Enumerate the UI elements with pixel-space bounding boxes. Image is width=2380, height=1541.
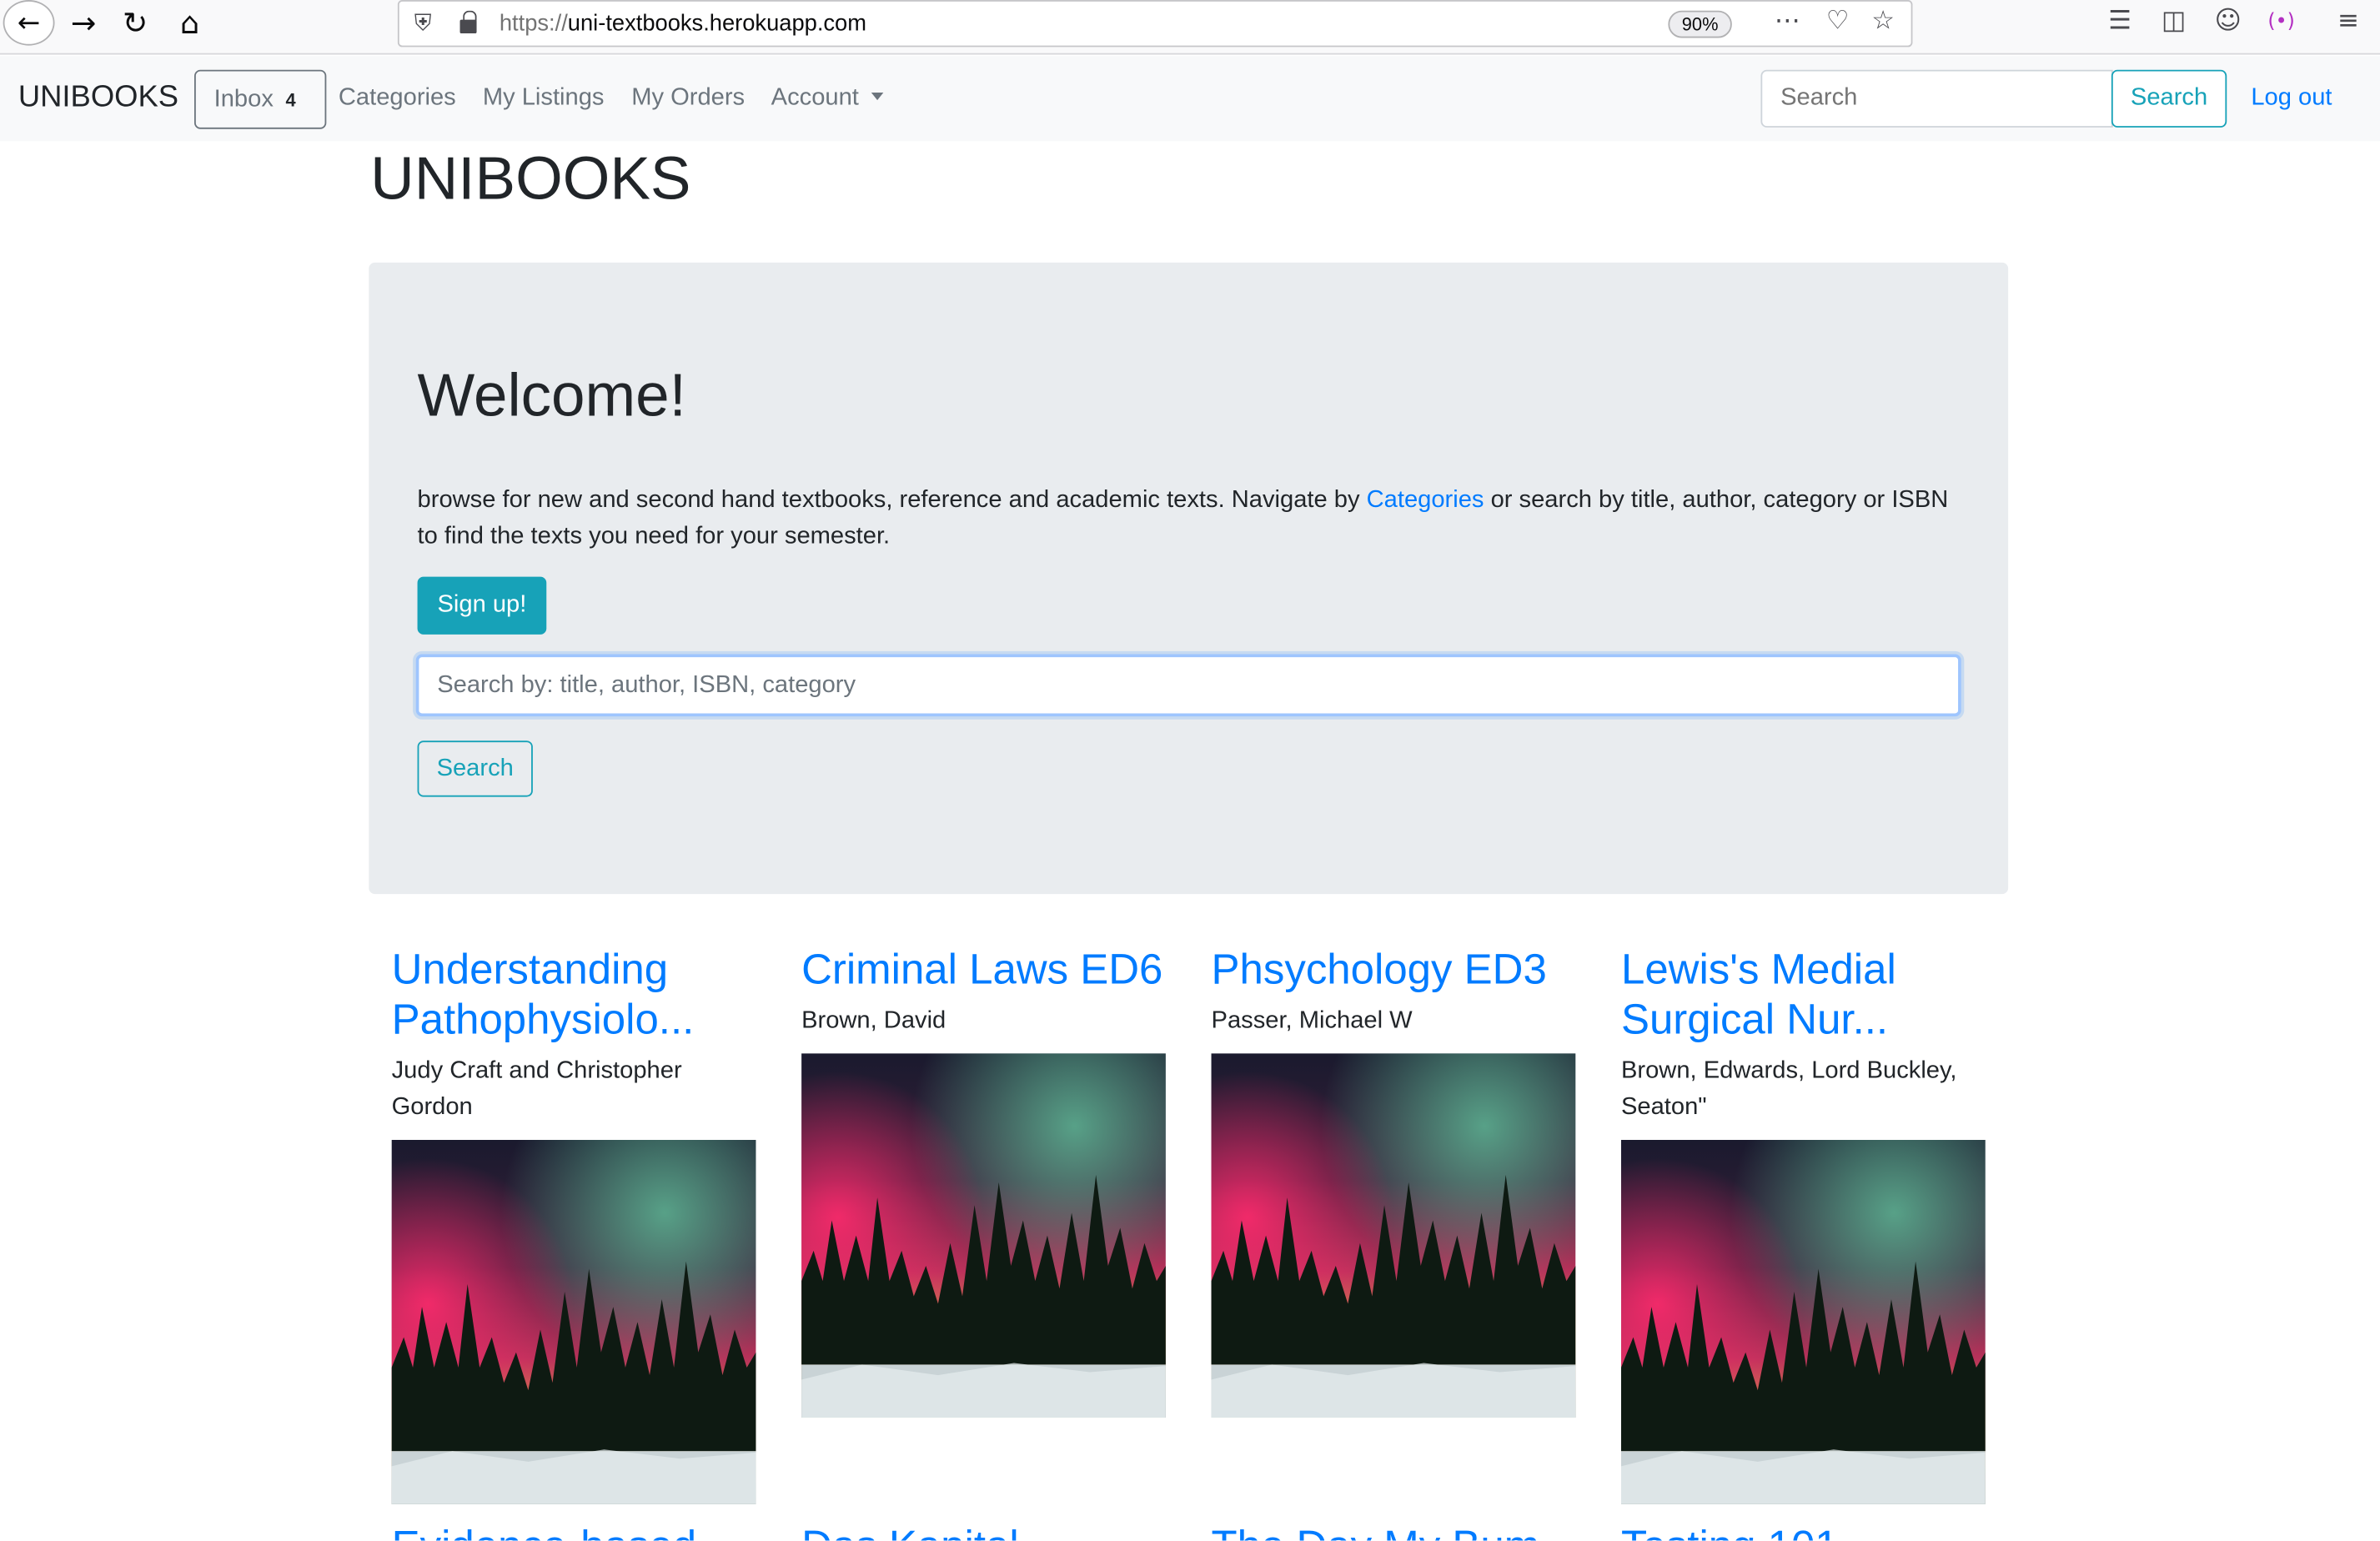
book-title-link[interactable]: Criminal Laws ED6 <box>801 944 1166 994</box>
navbar-brand[interactable]: UNIBOOKS <box>18 80 178 115</box>
book-cover-image[interactable] <box>391 1139 756 1504</box>
categories-link[interactable]: Categories <box>1367 487 1484 513</box>
back-arrow-icon[interactable]: ← <box>3 0 55 46</box>
more-actions-icon[interactable]: ⋯ <box>1775 6 1800 36</box>
sidebar-icon[interactable]: ◫ <box>2162 6 2186 36</box>
welcome-text-part: browse for new and second hand textbooks… <box>417 487 1367 514</box>
navbar-search-button[interactable]: Search <box>2111 69 2227 128</box>
extension-icon[interactable]: (•) <box>2267 11 2294 33</box>
address-bar[interactable]: ⛨ https://uni-textbooks.herokuapp.com 90… <box>397 0 1913 48</box>
book-card: Phsychology ED3 Passer, Michael W <box>1211 944 1576 1418</box>
hamburger-menu-icon[interactable]: ≡ <box>2337 6 2359 36</box>
welcome-text: browse for new and second hand textbooks… <box>418 483 1951 555</box>
browser-toolbar: ← → ↻ ⌂ ⛨ https://uni-textbooks.herokuap… <box>0 0 2380 55</box>
book-author: Judy Craft and Christopher Gordon <box>391 1057 682 1121</box>
book-card: Lewis's Medial Surgical Nur... Brown, Ed… <box>1620 944 1986 1504</box>
nav-account-dropdown[interactable]: Account <box>771 84 884 113</box>
forward-arrow-icon[interactable]: → <box>58 0 109 46</box>
book-title-link[interactable]: Das Kapital <box>801 1521 1019 1541</box>
pocket-icon[interactable]: ♡ <box>1826 6 1850 36</box>
star-bookmark-icon[interactable]: ☆ <box>1871 6 1895 36</box>
book-card: Criminal Laws ED6 Brown, David <box>801 944 1166 1418</box>
book-card: Understanding Pathophysiolo... Judy Craf… <box>391 944 756 1504</box>
welcome-jumbotron: Welcome! browse for new and second hand … <box>369 262 2009 895</box>
zoom-level-badge[interactable]: 90% <box>1668 10 1732 38</box>
url-text[interactable]: https://uni-textbooks.herokuapp.com <box>500 11 866 37</box>
account-icon[interactable]: ☺ <box>2215 6 2242 36</box>
inbox-count-badge: 4 <box>285 88 296 110</box>
reload-icon[interactable]: ↻ <box>109 0 161 46</box>
book-cover-image[interactable] <box>1620 1139 1986 1504</box>
book-cover-image[interactable] <box>1211 1053 1576 1418</box>
welcome-heading: Welcome! <box>417 363 686 430</box>
book-title-link[interactable]: Evidence-based <box>392 1521 697 1541</box>
inbox-label: Inbox <box>213 85 274 112</box>
navbar-search-input[interactable] <box>1760 69 2113 128</box>
chevron-down-icon <box>871 93 884 101</box>
nav-account-label: Account <box>771 84 859 111</box>
main-search-input[interactable] <box>415 654 1961 717</box>
logout-link[interactable]: Log out <box>2251 85 2332 113</box>
book-cover-image[interactable] <box>801 1053 1166 1418</box>
nav-categories[interactable]: Categories <box>339 85 456 113</box>
book-title-link[interactable]: Testing 101 <box>1621 1521 1839 1541</box>
book-author: Brown, Edwards, Lord Buckley, Seaton" <box>1620 1057 1957 1121</box>
library-icon[interactable]: ☰ <box>2108 6 2131 36</box>
app-navbar: UNIBOOKS Inbox 4 Categories My Listings … <box>0 56 2380 142</box>
book-title-link[interactable]: Phsychology ED3 <box>1212 944 1576 994</box>
nav-my-orders[interactable]: My Orders <box>631 85 745 113</box>
home-icon[interactable]: ⌂ <box>164 0 216 46</box>
lock-icon[interactable] <box>459 10 477 34</box>
book-title-link[interactable]: The Day My Bum <box>1212 1521 1540 1541</box>
main-search-button[interactable]: Search <box>417 740 533 797</box>
nav-my-listings[interactable]: My Listings <box>483 85 605 113</box>
shield-icon[interactable]: ⛨ <box>414 9 432 37</box>
book-author: Passer, Michael W <box>1211 1007 1413 1034</box>
book-author: Brown, David <box>801 1007 946 1034</box>
inbox-button[interactable]: Inbox 4 <box>193 69 327 129</box>
book-title-link[interactable]: Lewis's Medial Surgical Nur... <box>1621 944 1986 1044</box>
signup-button[interactable]: Sign up! <box>417 576 547 635</box>
page-title: UNIBOOKS <box>370 145 691 213</box>
book-title-link[interactable]: Understanding Pathophysiolo... <box>392 944 756 1044</box>
